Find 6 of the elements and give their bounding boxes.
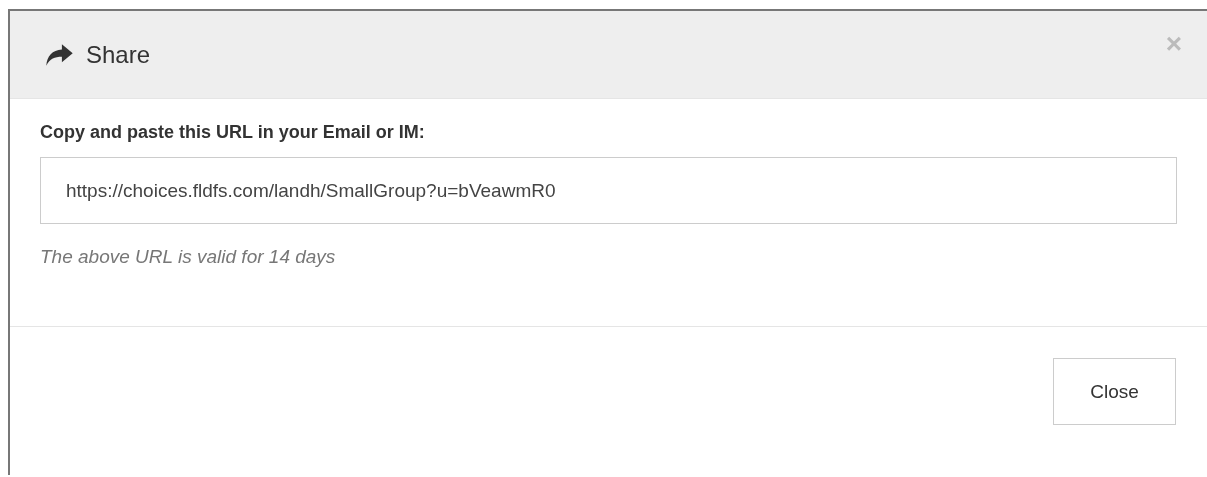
url-label: Copy and paste this URL in your Email or IM: bbox=[40, 122, 426, 143]
close-button[interactable]: Close bbox=[1053, 358, 1176, 425]
dialog-title: Share bbox=[86, 40, 152, 69]
share-icon bbox=[45, 42, 74, 67]
validity-note: The above URL is valid for 14 days bbox=[40, 246, 337, 268]
url-field[interactable]: https://choices.fldfs.com/landh/SmallGroup?u=bVeawmR0 bbox=[40, 157, 1177, 224]
